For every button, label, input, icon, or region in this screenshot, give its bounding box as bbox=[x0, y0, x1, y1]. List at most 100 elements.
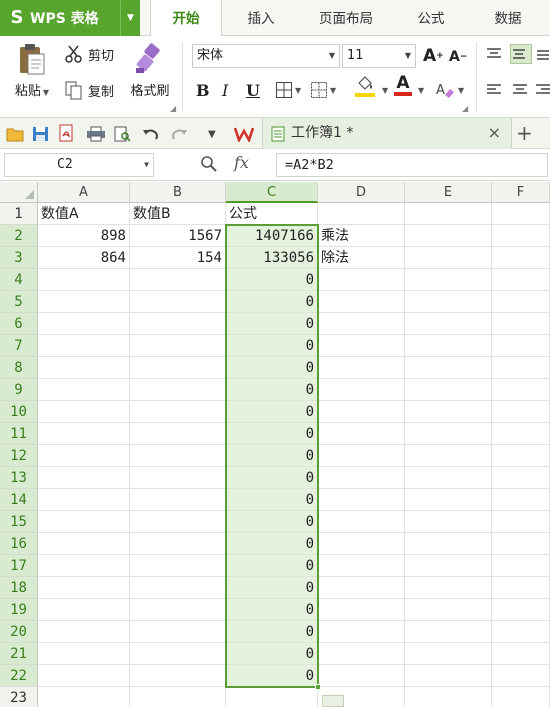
cell-c2[interactable]: 1407166 bbox=[226, 225, 318, 247]
cell-e11[interactable] bbox=[405, 423, 492, 445]
cell-c18[interactable]: 0 bbox=[226, 577, 318, 599]
new-tab-button[interactable]: + bbox=[516, 118, 533, 148]
cell-d2[interactable]: 乘法 bbox=[318, 225, 405, 247]
row-header[interactable]: 4 bbox=[0, 269, 38, 291]
cell-b22[interactable] bbox=[130, 665, 226, 687]
cell-d1[interactable] bbox=[318, 203, 405, 225]
cell-b6[interactable] bbox=[130, 313, 226, 335]
cell-f6[interactable] bbox=[492, 313, 550, 335]
row-header[interactable]: 9 bbox=[0, 379, 38, 401]
row-header[interactable]: 10 bbox=[0, 401, 38, 423]
cell-a6[interactable] bbox=[38, 313, 130, 335]
cell-c5[interactable]: 0 bbox=[226, 291, 318, 313]
cell-b2[interactable]: 1567 bbox=[130, 225, 226, 247]
cell-c9[interactable]: 0 bbox=[226, 379, 318, 401]
cell-d10[interactable] bbox=[318, 401, 405, 423]
document-tab[interactable]: 工作簿1 * × bbox=[262, 118, 512, 149]
cell-f17[interactable] bbox=[492, 555, 550, 577]
fill-color-button[interactable] bbox=[355, 76, 375, 102]
cell-f11[interactable] bbox=[492, 423, 550, 445]
cell-e7[interactable] bbox=[405, 335, 492, 357]
cell-e3[interactable] bbox=[405, 247, 492, 269]
row-header[interactable]: 6 bbox=[0, 313, 38, 335]
row-header[interactable]: 20 bbox=[0, 621, 38, 643]
cell-c1[interactable]: 公式 bbox=[226, 203, 318, 225]
cell-f21[interactable] bbox=[492, 643, 550, 665]
cell-c11[interactable]: 0 bbox=[226, 423, 318, 445]
italic-button[interactable]: I bbox=[222, 78, 240, 102]
copy-button[interactable]: 复制 bbox=[64, 78, 114, 102]
close-icon[interactable]: × bbox=[488, 118, 501, 148]
cell-c12[interactable]: 0 bbox=[226, 445, 318, 467]
column-header-c[interactable]: C bbox=[226, 182, 318, 203]
decrease-font-size-button[interactable]: A − bbox=[449, 46, 467, 68]
cell-b5[interactable] bbox=[130, 291, 226, 313]
cell-f15[interactable] bbox=[492, 511, 550, 533]
cell-a17[interactable] bbox=[38, 555, 130, 577]
cell-a10[interactable] bbox=[38, 401, 130, 423]
cell-e14[interactable] bbox=[405, 489, 492, 511]
cell-b9[interactable] bbox=[130, 379, 226, 401]
row-header[interactable]: 15 bbox=[0, 511, 38, 533]
cell-e8[interactable] bbox=[405, 357, 492, 379]
tab-page-layout[interactable]: 页面布局 bbox=[302, 0, 390, 36]
cell-c13[interactable]: 0 bbox=[226, 467, 318, 489]
cell-c22[interactable]: 0 bbox=[226, 665, 318, 687]
cell-c15[interactable]: 0 bbox=[226, 511, 318, 533]
row-header[interactable]: 13 bbox=[0, 467, 38, 489]
align-middle-button[interactable] bbox=[510, 44, 532, 64]
cell-f23[interactable] bbox=[492, 687, 550, 707]
cell-a20[interactable] bbox=[38, 621, 130, 643]
cell-d6[interactable] bbox=[318, 313, 405, 335]
cell-a23[interactable] bbox=[38, 687, 130, 707]
cell-c23[interactable] bbox=[226, 687, 318, 707]
cell-f18[interactable] bbox=[492, 577, 550, 599]
font-color-button[interactable]: A bbox=[394, 74, 412, 102]
cell-f9[interactable] bbox=[492, 379, 550, 401]
cell-e22[interactable] bbox=[405, 665, 492, 687]
cell-e12[interactable] bbox=[405, 445, 492, 467]
cell-b19[interactable] bbox=[130, 599, 226, 621]
tab-home[interactable]: 开始 bbox=[150, 0, 222, 37]
cell-f7[interactable] bbox=[492, 335, 550, 357]
borders-button[interactable]: ▼ bbox=[275, 78, 301, 102]
save-button[interactable] bbox=[32, 124, 50, 144]
cell-f8[interactable] bbox=[492, 357, 550, 379]
sheet-navigation-icon[interactable] bbox=[322, 695, 344, 707]
row-header[interactable]: 21 bbox=[0, 643, 38, 665]
cell-a8[interactable] bbox=[38, 357, 130, 379]
cell-e6[interactable] bbox=[405, 313, 492, 335]
cell-e5[interactable] bbox=[405, 291, 492, 313]
column-header-a[interactable]: A bbox=[38, 182, 130, 203]
cell-f4[interactable] bbox=[492, 269, 550, 291]
row-header[interactable]: 1 bbox=[0, 203, 38, 225]
cell-d12[interactable] bbox=[318, 445, 405, 467]
print-preview-button[interactable] bbox=[114, 124, 132, 144]
cell-f19[interactable] bbox=[492, 599, 550, 621]
cell-a19[interactable] bbox=[38, 599, 130, 621]
align-bottom-button[interactable] bbox=[536, 44, 550, 64]
customize-toolbar-icon[interactable]: ▼ bbox=[208, 126, 216, 142]
cell-c10[interactable]: 0 bbox=[226, 401, 318, 423]
cell-c21[interactable]: 0 bbox=[226, 643, 318, 665]
cell-c17[interactable]: 0 bbox=[226, 555, 318, 577]
cell-style-button[interactable]: ▼ bbox=[310, 78, 336, 102]
align-right-button[interactable] bbox=[536, 80, 550, 100]
font-group-expander[interactable]: ◢ bbox=[462, 104, 468, 113]
cell-b12[interactable] bbox=[130, 445, 226, 467]
row-header[interactable]: 17 bbox=[0, 555, 38, 577]
align-left-button[interactable] bbox=[486, 80, 506, 100]
cell-f12[interactable] bbox=[492, 445, 550, 467]
cell-d17[interactable] bbox=[318, 555, 405, 577]
cell-c14[interactable]: 0 bbox=[226, 489, 318, 511]
row-header[interactable]: 16 bbox=[0, 533, 38, 555]
export-pdf-button[interactable] bbox=[58, 123, 76, 143]
row-header[interactable]: 3 bbox=[0, 247, 38, 269]
clipboard-group-expander[interactable]: ◢ bbox=[170, 104, 176, 113]
row-header[interactable]: 12 bbox=[0, 445, 38, 467]
cell-b11[interactable] bbox=[130, 423, 226, 445]
cell-d16[interactable] bbox=[318, 533, 405, 555]
row-header[interactable]: 23 bbox=[0, 687, 38, 707]
cell-e20[interactable] bbox=[405, 621, 492, 643]
row-header[interactable]: 18 bbox=[0, 577, 38, 599]
